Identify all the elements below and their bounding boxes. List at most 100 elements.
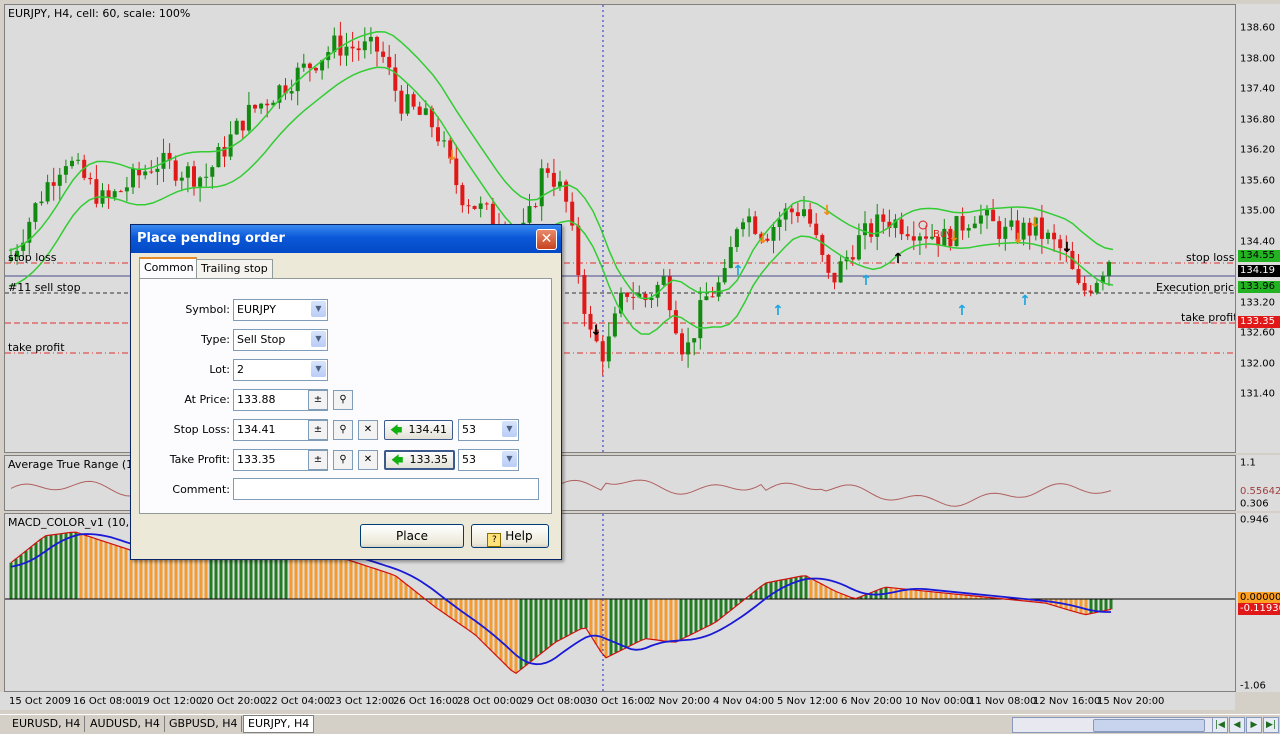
chart-tab-active[interactable]: EURJPY, H4 <box>243 715 315 733</box>
candle-body <box>716 282 721 297</box>
tab-common[interactable]: Common <box>139 257 197 280</box>
candle-body <box>289 91 294 94</box>
macd-bar <box>504 599 508 666</box>
scroll-prev-icon[interactable]: ◀ <box>1229 717 1245 733</box>
macd-bar <box>189 554 193 599</box>
candle-body <box>1094 282 1099 293</box>
candle-body <box>625 292 630 297</box>
macd-bar <box>529 599 533 662</box>
macd-bar <box>409 587 413 599</box>
macd-bar <box>354 562 358 599</box>
take-profit-pips-select[interactable]: 53 ▼ <box>458 449 519 471</box>
atr-current-tag: 0.55642 <box>1238 486 1280 498</box>
time-tick: 10 Nov 00:00 <box>905 696 973 707</box>
candle-body <box>905 234 910 237</box>
pick-price-icon[interactable]: ⚲ <box>333 390 353 410</box>
macd-bar <box>559 599 563 640</box>
candle-body <box>606 336 611 362</box>
candle-body <box>527 206 532 223</box>
type-select[interactable]: Sell Stop ▼ <box>233 329 328 351</box>
candle-body <box>240 120 245 131</box>
stop-loss-price-button[interactable]: 🡄 134.41 <box>384 420 453 440</box>
chevron-down-icon[interactable]: ▼ <box>311 361 326 377</box>
candle-body <box>307 63 312 69</box>
arrow-down-icon: ↓ <box>1012 231 1024 247</box>
arrow-down-icon: ↓ <box>1061 240 1073 256</box>
scroll-next-icon[interactable]: ▶ <box>1246 717 1262 733</box>
arrow-up-icon: ↑ <box>860 273 872 289</box>
horizontal-scrollbar[interactable] <box>1012 717 1219 733</box>
at-price-spin-icon[interactable]: ± <box>308 390 328 410</box>
candle-body <box>399 90 404 114</box>
lot-select[interactable]: 2 ▼ <box>233 359 328 381</box>
chevron-down-icon[interactable]: ▼ <box>311 301 326 317</box>
macd-bar <box>99 540 103 599</box>
macd-bar <box>179 554 183 599</box>
macd-bar <box>404 583 408 599</box>
dialog-title-bar[interactable]: Place pending order ✕ <box>131 225 561 253</box>
macd-current-tag: -0.11930 <box>1238 603 1280 615</box>
macd-bar <box>599 599 603 652</box>
macd-bar <box>629 599 633 646</box>
arrow-down-icon: ↓ <box>590 323 602 339</box>
candle-body <box>143 171 148 176</box>
scrollbar-thumb[interactable] <box>1093 719 1205 732</box>
macd-bar <box>74 532 78 599</box>
macd-bar <box>709 599 713 625</box>
arrow-up-icon: ↑ <box>956 303 968 319</box>
close-icon[interactable]: ✕ <box>536 229 557 250</box>
macd-bar <box>624 599 628 648</box>
take-profit-price-button[interactable]: 🡄 133.35 <box>384 450 455 470</box>
help-button[interactable]: ? Help <box>471 524 549 548</box>
macd-bar <box>684 599 688 638</box>
comment-input[interactable] <box>233 478 539 500</box>
candle-body <box>405 94 410 114</box>
time-tick: 15 Nov 20:00 <box>1097 696 1165 707</box>
candle-body <box>149 171 154 173</box>
macd-bar <box>9 562 13 599</box>
stop-loss-pips-select[interactable]: 53 ▼ <box>458 419 519 441</box>
help-icon: ? <box>487 533 502 547</box>
macd-bar <box>384 572 388 599</box>
macd-bar <box>574 599 578 632</box>
chevron-down-icon[interactable]: ▼ <box>502 451 517 467</box>
chart-tab[interactable]: EURUSD, H4 <box>8 716 86 732</box>
candle-body <box>582 275 587 314</box>
candle-body <box>863 223 867 236</box>
macd-bar <box>324 554 328 599</box>
candle-body <box>51 182 56 186</box>
clear-take-profit-icon[interactable]: ✕ <box>358 450 378 470</box>
chevron-down-icon[interactable]: ▼ <box>311 331 326 347</box>
macd-bar <box>789 578 793 599</box>
scroll-first-icon[interactable]: |◀ <box>1212 717 1228 733</box>
macd-bar <box>479 599 483 641</box>
pick-take-profit-icon[interactable]: ⚲ <box>333 450 353 470</box>
macd-bar <box>39 538 43 599</box>
time-tick: 22 Oct 04:00 <box>265 696 331 707</box>
macd-bar <box>394 576 398 599</box>
place-button[interactable]: Place <box>360 524 464 548</box>
scroll-last-icon[interactable]: ▶| <box>1263 717 1279 733</box>
stop-loss-spin-icon[interactable]: ± <box>308 420 328 440</box>
take-profit-spin-icon[interactable]: ± <box>308 450 328 470</box>
price-tick: 132.00 <box>1240 358 1275 369</box>
macd-bar <box>589 599 593 637</box>
symbol-select[interactable]: EURJPY ▼ <box>233 299 328 321</box>
chart-tab[interactable]: AUDUSD, H4 <box>86 716 165 732</box>
macd-bar <box>689 599 693 635</box>
macd-bar <box>484 599 488 646</box>
macd-bar <box>174 553 178 599</box>
tab-trailing-stop[interactable]: Trailing stop <box>196 259 273 278</box>
candle-body <box>686 342 691 355</box>
chevron-down-icon[interactable]: ▼ <box>502 421 517 437</box>
candle-body <box>539 168 544 207</box>
macd-bar <box>919 590 923 599</box>
macd-bar <box>169 553 173 599</box>
time-tick: 19 Oct 12:00 <box>137 696 203 707</box>
chart-tab[interactable]: GBPUSD, H4 <box>165 716 243 732</box>
candle-body <box>362 41 367 51</box>
macd-bar <box>644 599 648 639</box>
pick-stop-loss-icon[interactable]: ⚲ <box>333 420 353 440</box>
candle-body <box>381 51 386 57</box>
clear-stop-loss-icon[interactable]: ✕ <box>358 420 378 440</box>
